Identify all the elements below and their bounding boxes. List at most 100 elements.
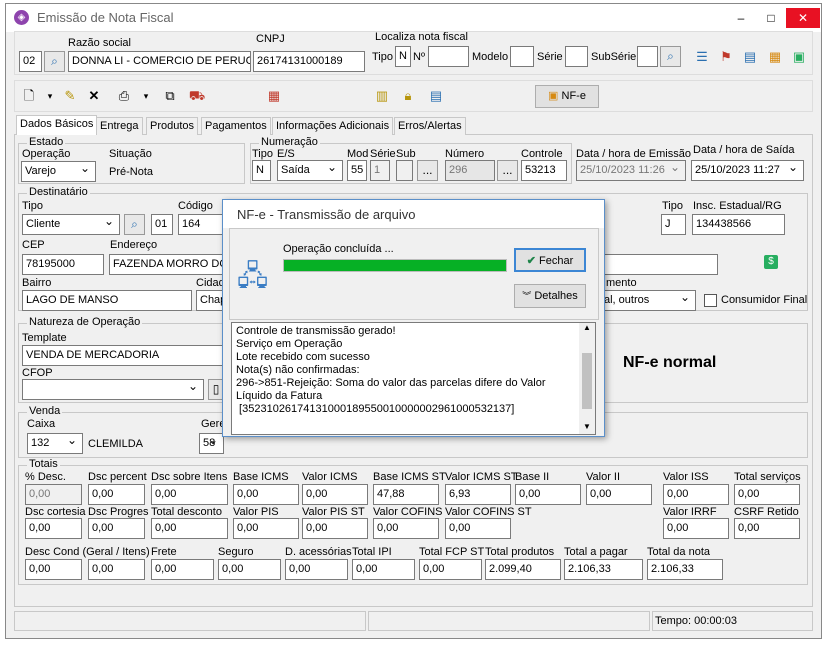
totais-value[interactable]: 0,00: [151, 559, 214, 580]
totais-value[interactable]: 0,00: [25, 559, 82, 580]
calculator-icon[interactable]: ▦: [264, 86, 284, 106]
loc-serie-input[interactable]: [565, 46, 588, 67]
maximize-button[interactable]: □: [756, 8, 786, 28]
tab-produtos[interactable]: Produtos: [146, 117, 199, 135]
dest-tipo-select[interactable]: Cliente: [22, 214, 120, 235]
totais-value[interactable]: 0,00: [88, 484, 145, 505]
num-numero-input[interactable]: 296: [445, 160, 495, 181]
dest-endereco-input[interactable]: FAZENDA MORRO DO: [109, 254, 224, 275]
totais-value[interactable]: 0,00: [445, 518, 511, 539]
dest-extra-input[interactable]: [600, 254, 718, 275]
totais-value[interactable]: 0,00: [302, 484, 368, 505]
new-dropdown-icon[interactable]: ▾: [40, 86, 60, 106]
cfop-select[interactable]: [22, 379, 204, 400]
emissao-input[interactable]: 25/10/2023 11:26: [576, 160, 686, 181]
totais-value[interactable]: 0,00: [515, 484, 581, 505]
razao-input[interactable]: DONNA LI - COMERCIO DE PERUCAS: [68, 51, 251, 72]
dest-mento-select[interactable]: al, outros: [600, 290, 696, 311]
totais-value[interactable]: 0,00: [419, 559, 482, 580]
company-code-input[interactable]: 02: [19, 51, 42, 72]
totais-value[interactable]: 0,00: [285, 559, 348, 580]
dest-tipo2-input[interactable]: J: [661, 214, 686, 235]
tab-erros[interactable]: Erros/Alertas: [394, 117, 466, 135]
grid-icon[interactable]: ▦: [765, 47, 785, 67]
scroll-down-icon[interactable]: ▼: [583, 422, 591, 431]
dest-search-icon[interactable]: ⌕: [124, 214, 145, 235]
tab-entrega[interactable]: Entrega: [96, 117, 143, 135]
document-icon[interactable]: ▤: [740, 47, 760, 67]
totais-value[interactable]: 0,00: [586, 484, 652, 505]
list-icon[interactable]: ☰: [692, 47, 712, 67]
dest-cep-input[interactable]: 78195000: [22, 254, 104, 275]
tab-dados-basicos[interactable]: Dados Básicos: [16, 115, 98, 135]
log-scrollbar[interactable]: ▲ ▼: [579, 323, 595, 434]
totais-value[interactable]: 0,00: [25, 484, 82, 505]
copy-icon[interactable]: ⧉: [160, 86, 180, 106]
log-scroll-thumb[interactable]: [582, 353, 592, 409]
num-serie-input[interactable]: 1: [370, 160, 390, 181]
search-invoice-icon[interactable]: ⌕: [660, 46, 681, 67]
loc-no-input[interactable]: [428, 46, 469, 67]
num-controle-input[interactable]: 53213: [521, 160, 567, 181]
totais-value[interactable]: 0,00: [88, 518, 145, 539]
nfe-button[interactable]: ▣ NF-e: [535, 85, 599, 108]
totais-value[interactable]: 2.099,40: [485, 559, 561, 580]
totais-value[interactable]: 0,00: [218, 559, 281, 580]
new-icon[interactable]: 🗋: [19, 86, 39, 106]
totais-value[interactable]: 0,00: [373, 518, 439, 539]
totais-value[interactable]: 47,88: [373, 484, 439, 505]
num-tipo-input[interactable]: N: [252, 160, 271, 181]
truck-icon[interactable]: ⛟: [187, 86, 207, 106]
detalhes-button[interactable]: ︾ Detalhes: [514, 284, 586, 308]
cnpj-input[interactable]: 26174131000189: [253, 51, 365, 72]
loc-subserie-input[interactable]: [637, 46, 658, 67]
template-input[interactable]: VENDA DE MERCADORIA: [22, 345, 224, 366]
num-sub-input[interactable]: [396, 160, 413, 181]
note-icon[interactable]: ▤: [426, 86, 446, 106]
num-es-select[interactable]: Saída: [277, 160, 343, 181]
scroll-up-icon[interactable]: ▲: [583, 323, 591, 332]
search-company-icon[interactable]: ⌕: [44, 51, 65, 72]
totais-value[interactable]: 0,00: [352, 559, 415, 580]
log-textarea[interactable]: Controle de transmissão gerado! Serviço e…: [231, 322, 596, 435]
fechar-button[interactable]: ✔ Fechar: [514, 248, 586, 272]
consumidor-checkbox[interactable]: [704, 294, 717, 307]
cash-icon[interactable]: ▥: [372, 86, 392, 106]
tab-informacoes[interactable]: Informações Adicionais: [272, 117, 394, 135]
num-numero-ellipsis-button[interactable]: ...: [497, 160, 518, 181]
totais-value[interactable]: 2.106,33: [564, 559, 643, 580]
close-button[interactable]: ✕: [786, 8, 820, 28]
lock-icon[interactable]: 🔒︎: [398, 86, 418, 106]
totais-value[interactable]: 0,00: [233, 484, 299, 505]
totais-value[interactable]: 0,00: [151, 484, 228, 505]
edit-icon[interactable]: ✎: [60, 86, 80, 106]
totais-value[interactable]: 6,93: [445, 484, 511, 505]
num-sub-ellipsis-button[interactable]: ...: [417, 160, 438, 181]
totais-value[interactable]: 2.106,33: [647, 559, 723, 580]
saida-input[interactable]: 25/10/2023 11:27: [691, 160, 804, 181]
totais-value[interactable]: 0,00: [302, 518, 368, 539]
dest-cod-b-input[interactable]: 164: [178, 214, 223, 235]
totais-value[interactable]: 0,00: [88, 559, 145, 580]
delete-icon[interactable]: ✕: [84, 86, 104, 106]
operacao-select[interactable]: Varejo: [21, 161, 96, 182]
num-mod-input[interactable]: 55: [347, 160, 367, 181]
totais-value[interactable]: 0,00: [734, 518, 800, 539]
dest-cod-a-input[interactable]: 01: [151, 214, 173, 235]
totais-value[interactable]: 0,00: [734, 484, 800, 505]
caixa-select[interactable]: 132: [27, 433, 83, 454]
totais-value[interactable]: 0,00: [151, 518, 228, 539]
totais-value[interactable]: 0,00: [663, 518, 729, 539]
totais-value[interactable]: 0,00: [25, 518, 82, 539]
loc-modelo-input[interactable]: [510, 46, 534, 67]
totais-value[interactable]: 0,00: [233, 518, 299, 539]
minimize-button[interactable]: –: [726, 8, 756, 28]
gere-select[interactable]: 58: [199, 433, 224, 454]
dest-cidade-input[interactable]: Chap: [196, 290, 224, 311]
users-icon[interactable]: ⚑: [716, 47, 736, 67]
money-icon[interactable]: $: [764, 255, 778, 269]
totais-value[interactable]: 0,00: [663, 484, 729, 505]
print-dropdown-icon[interactable]: ▾: [136, 86, 156, 106]
loc-tipo-input[interactable]: N: [395, 46, 411, 67]
dest-bairro-input[interactable]: LAGO DE MANSO: [22, 290, 192, 311]
